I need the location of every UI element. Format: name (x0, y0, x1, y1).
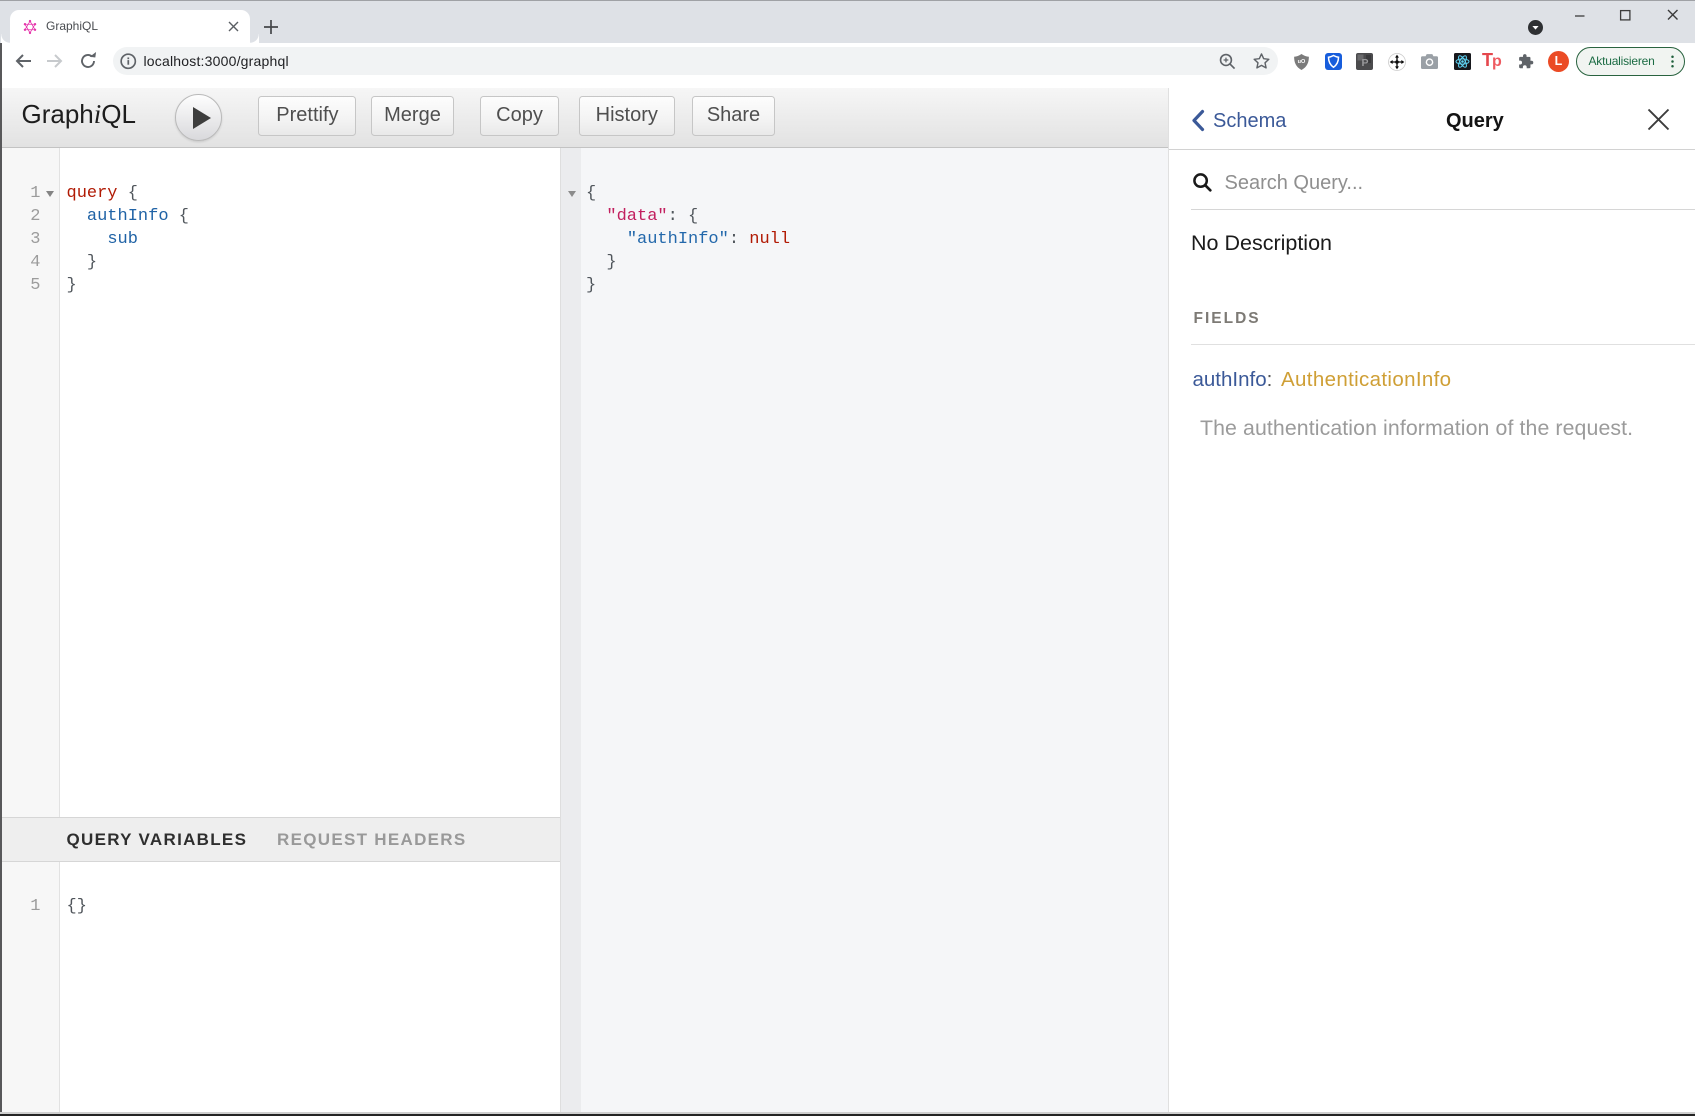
svg-text:uO: uO (1298, 59, 1306, 65)
svg-text:P: P (1361, 57, 1368, 69)
